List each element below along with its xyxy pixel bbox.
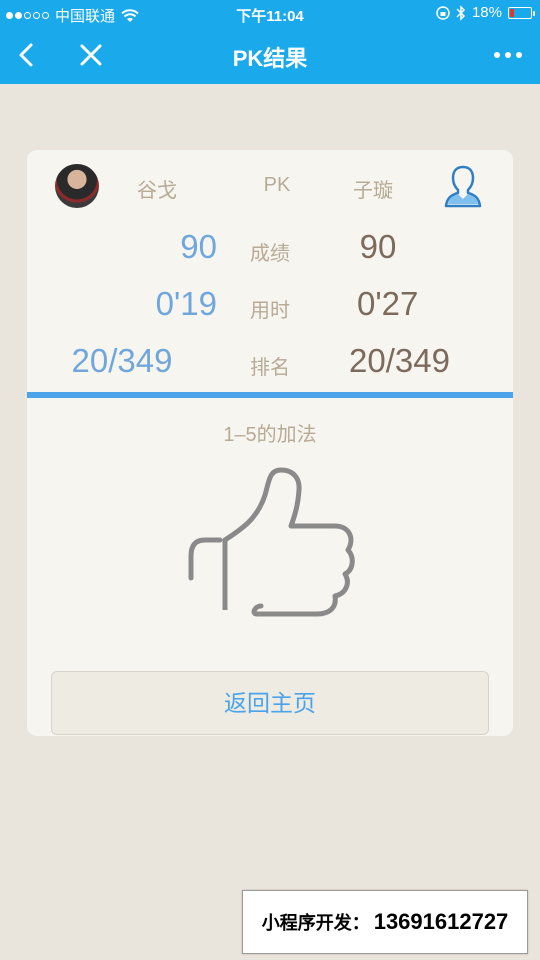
rank-label: 排名 — [250, 357, 290, 379]
pk-result-card: 谷戈 PK 子璇 90 成绩 90 0'19 用时 0'27 20/349 排名… — [27, 150, 513, 736]
right-time: 0'27 — [357, 285, 419, 322]
right-rank: 20/349 — [349, 342, 450, 379]
vs-label: PK — [263, 174, 291, 196]
quiz-subject: 1–5的加法 — [223, 424, 317, 446]
nav-bar: PK结果 — [0, 28, 540, 84]
right-score: 90 — [359, 228, 397, 265]
battery-fill — [510, 8, 514, 17]
left-time: 0'19 — [155, 285, 217, 322]
right-player-name: 子璇 — [353, 180, 393, 202]
rank-row: 20/349 排名 20/349 — [27, 342, 513, 392]
battery-icon — [508, 6, 535, 19]
time-label: 用时 — [250, 300, 290, 322]
status-bar: 中国联通 下午11:04 18% — [0, 0, 540, 28]
status-right: 18% — [436, 4, 535, 21]
avatar-right — [441, 164, 485, 208]
user-avatar-icon — [444, 165, 482, 208]
battery-label: 18% — [471, 4, 502, 21]
more-button[interactable] — [488, 40, 528, 70]
home-button[interactable]: 返回主页 — [51, 671, 489, 735]
left-score: 90 — [180, 228, 217, 265]
divider — [27, 392, 513, 398]
developer-tag-label: 小程序开发： — [261, 913, 370, 933]
more-dot — [505, 52, 511, 58]
score-label: 成绩 — [250, 243, 290, 265]
page-title: PK结果 — [232, 46, 308, 71]
thumbs-up-icon — [188, 467, 355, 617]
avatar-left — [55, 164, 99, 208]
more-dot — [494, 52, 500, 58]
developer-tag: 小程序开发： 13691612727 — [242, 890, 528, 954]
left-player-name: 谷戈 — [137, 180, 177, 202]
left-rank: 20/349 — [71, 342, 173, 379]
time-row: 0'19 用时 0'27 — [27, 285, 513, 335]
more-dot — [516, 52, 522, 58]
score-row: 90 成绩 90 — [27, 228, 513, 278]
rotation-lock-icon — [436, 5, 450, 20]
developer-phone: 13691612727 — [373, 909, 509, 934]
bluetooth-icon — [456, 4, 466, 21]
